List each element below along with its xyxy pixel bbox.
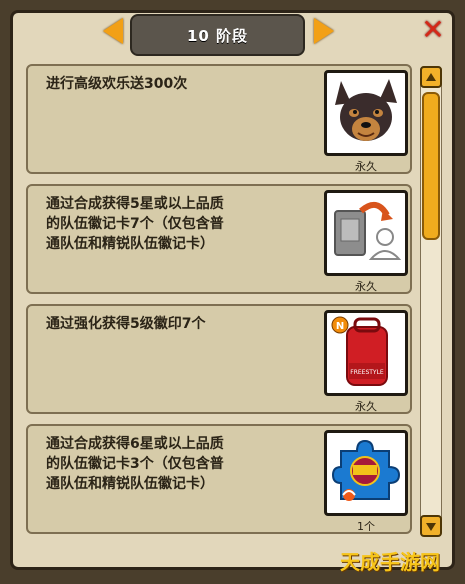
task-list: 进行高级欢乐送300次 永久 通过合成获得5星或以上品质 的队伍徽记卡7个（仅包… xyxy=(26,64,412,550)
up-arrow-icon xyxy=(426,73,436,81)
scroll-down-button[interactable] xyxy=(420,515,442,537)
backpack-brand-text: FREESTYLE xyxy=(350,369,384,376)
reward-slot[interactable] xyxy=(324,70,408,156)
reward-caption: 永久 xyxy=(355,280,377,293)
reward-caption: 永久 xyxy=(355,400,377,413)
stage-label: 10 阶段 xyxy=(186,26,249,45)
task-description: 通过强化获得5级徽印7个 xyxy=(46,316,206,332)
reward-caption: 1个 xyxy=(357,520,375,533)
scroll-up-button[interactable] xyxy=(420,66,442,88)
next-stage-button[interactable] xyxy=(314,18,334,44)
reward-slot[interactable] xyxy=(324,430,408,516)
task-item: 通过合成获得5星或以上品质 的队伍徽记卡7个（仅包含普 通队伍和精锐队伍徽记卡）… xyxy=(26,184,412,294)
scrollbar-thumb[interactable] xyxy=(422,92,440,240)
reward-slot[interactable] xyxy=(324,190,408,276)
reward-slot[interactable]: FREESTYLE N xyxy=(324,310,408,396)
task-description: 通过合成获得5星或以上品质 的队伍徽记卡7个（仅包含普 通队伍和精锐队伍徽记卡） xyxy=(46,196,224,252)
task-item: 进行高级欢乐送300次 永久 xyxy=(26,64,412,174)
down-arrow-icon xyxy=(426,523,436,531)
backpack-icon: FREESTYLE N xyxy=(331,316,388,386)
svg-text:N: N xyxy=(336,321,344,332)
task-item: 通过合成获得6星或以上品质 的队伍徽记卡3个（仅包含普 通队伍和精锐队伍徽记卡）… xyxy=(26,424,412,534)
task-item: 通过强化获得5级徽印7个 FREESTYLE N 永久 xyxy=(26,304,412,414)
watermark-text: 天成手游网 xyxy=(340,550,440,574)
reward-caption: 永久 xyxy=(355,160,377,173)
prev-stage-button[interactable] xyxy=(103,18,123,44)
task-description: 进行高级欢乐送300次 xyxy=(46,76,188,92)
stage-indicator: 10 阶段 xyxy=(130,14,305,56)
dog-head-icon xyxy=(335,79,397,141)
close-button[interactable]: ✕ xyxy=(419,16,447,44)
card-exchange-icon xyxy=(334,202,402,260)
puzzle-emblem-icon xyxy=(331,439,401,501)
task-description: 通过合成获得6星或以上品质 的队伍徽记卡3个（仅包含普 通队伍和精锐队伍徽记卡） xyxy=(46,436,224,492)
